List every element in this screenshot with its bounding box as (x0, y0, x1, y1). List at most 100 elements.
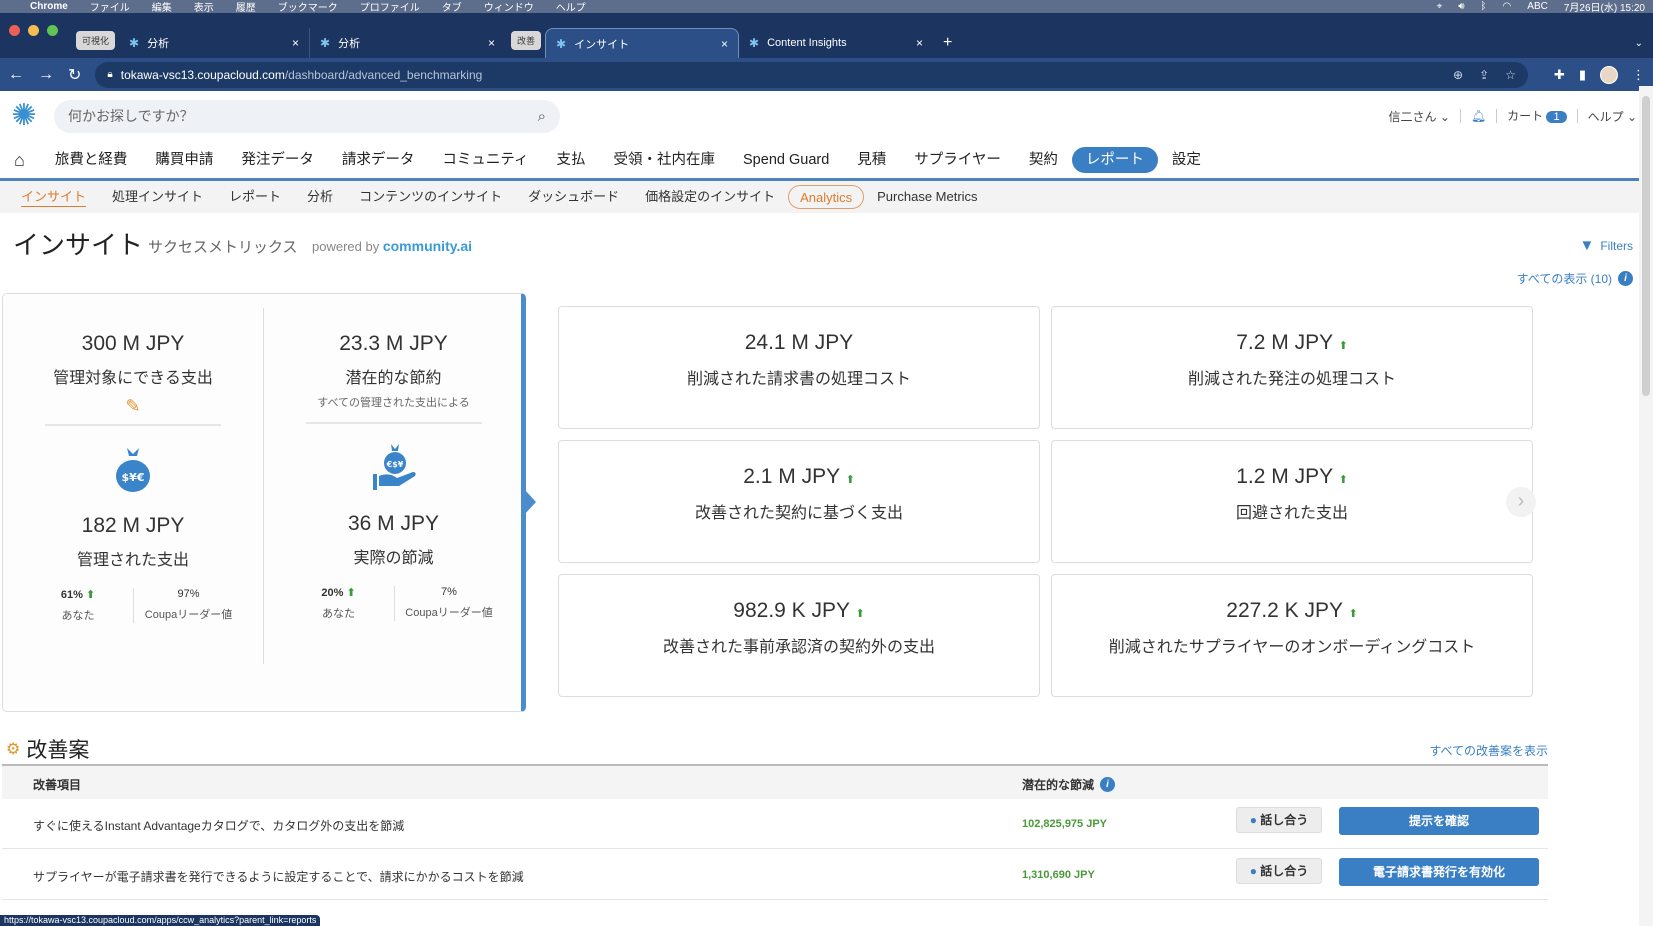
close-tab-icon[interactable]: × (721, 37, 728, 51)
nav-item-community[interactable]: コミュニティ (428, 147, 542, 173)
close-tab-icon[interactable]: × (488, 36, 495, 50)
subnav-item-pricing-insights[interactable]: 価格設定のインサイト (632, 185, 788, 209)
address-bar[interactable]: 🔒︎ tokawa-vsc13.coupacloud.com/dashboard… (95, 61, 1528, 88)
subnav-item-dashboard[interactable]: ダッシュボード (515, 185, 632, 209)
sidepanel-icon[interactable]: ▮ (1579, 67, 1586, 83)
subnav-item-analysis[interactable]: 分析 (294, 185, 346, 209)
nav-item-receiving[interactable]: 受領・社内在庫 (600, 147, 730, 173)
menubar-item[interactable]: タブ (442, 0, 462, 14)
carousel-next-chevron-icon[interactable]: › (1506, 487, 1536, 517)
info-icon[interactable]: i (1618, 271, 1633, 286)
menubar-item[interactable]: ブックマーク (278, 0, 338, 14)
home-icon[interactable]: ⌂ (14, 147, 41, 173)
wifi-icon[interactable]: ◠ (1503, 1, 1512, 12)
browser-tab-active[interactable]: ✱ インサイト × (545, 28, 740, 58)
enable-einvoicing-button[interactable]: 電子請求書発行を有効化 (1339, 858, 1539, 886)
kpi-value: 24.1 M JPY (744, 331, 854, 354)
subnav-item-insights[interactable]: インサイト (8, 185, 99, 209)
menubar-item[interactable]: ウィンドウ (484, 0, 534, 14)
review-offer-button[interactable]: 提示を確認 (1339, 807, 1539, 835)
subnav-item-process-insights[interactable]: 処理インサイト (99, 185, 216, 209)
browser-tab[interactable]: ✱ 分析 × (119, 28, 309, 58)
nav-item-reports[interactable]: レポート (1071, 146, 1158, 173)
back-icon[interactable]: ← (8, 66, 24, 84)
close-tab-icon[interactable]: × (916, 36, 923, 50)
kpi-card[interactable]: 227.2 K JPY ⬆ 削減されたサプライヤーのオンボーディングコスト (1051, 574, 1533, 697)
scrollbar-thumb[interactable] (1642, 96, 1650, 396)
subnav-item-purchase-metrics[interactable]: Purchase Metrics (864, 185, 990, 209)
nav-item-settings[interactable]: 設定 (1158, 147, 1215, 173)
discuss-label: 話し合う (1260, 864, 1309, 878)
input-mode[interactable]: ABC (1527, 1, 1548, 12)
bookmark-star-icon[interactable]: ☆ (1505, 68, 1516, 82)
bluetooth-icon[interactable]: ᛒ (1481, 1, 1487, 12)
nav-item-contracts[interactable]: 契約 (1015, 147, 1072, 173)
nav-item-orders[interactable]: 発注データ (227, 147, 328, 173)
subnav-item-analytics[interactable]: Analytics (788, 185, 865, 209)
nav-item-requisitions[interactable]: 購買申請 (141, 147, 227, 173)
share-icon[interactable]: ⇪ (1479, 68, 1489, 82)
menubar-app-name[interactable]: Chrome (30, 1, 68, 12)
menubar-item[interactable]: ヘルプ (556, 0, 586, 14)
discuss-button[interactable]: ● 話し合う (1236, 807, 1322, 833)
menubar-item[interactable]: 表示 (194, 0, 214, 14)
browser-tab[interactable]: ✱ 分析 × (309, 28, 505, 58)
coupa-logo-icon[interactable]: ✺ (8, 100, 40, 132)
reload-icon[interactable]: ↻ (68, 65, 81, 85)
volume-icon[interactable]: 🔊︎ (1458, 1, 1464, 12)
subnav-item-reports[interactable]: レポート (216, 185, 294, 209)
nav-item-sourcing[interactable]: 見積 (843, 147, 900, 173)
info-icon[interactable]: i (1100, 777, 1116, 792)
filters-button[interactable]: ▼ Filters (1579, 237, 1633, 254)
menubar-item[interactable]: ファイル (90, 0, 130, 14)
extensions-icon[interactable]: ✚ (1554, 67, 1565, 83)
tab-group-label[interactable]: 可視化 (76, 31, 116, 50)
kpi-card[interactable]: 1.2 M JPY ⬆ 回避された支出 (1051, 440, 1533, 563)
show-all-improvements-link[interactable]: すべての改善案を表示 (1429, 742, 1548, 759)
nav-item-payments[interactable]: 支払 (543, 147, 600, 173)
nav-item-suppliers[interactable]: サプライヤー (900, 147, 1015, 173)
svg-text:$¥€: $¥€ (122, 471, 145, 484)
zoom-icon[interactable]: ⊕ (1453, 68, 1463, 82)
kpi-card[interactable]: 2.1 M JPY ⬆ 改善された契約に基づく支出 (558, 440, 1040, 563)
zoom-window-button[interactable] (47, 25, 58, 36)
discuss-button[interactable]: ● 話し合う (1236, 858, 1322, 884)
edit-pencil-icon[interactable]: ✎ (3, 396, 263, 424)
global-search-input[interactable]: 何かお探しですか？ ⌕ (54, 99, 560, 133)
subnav-item-content-insights[interactable]: コンテンツのインサイト (346, 185, 515, 209)
kpi-card[interactable]: 24.1 M JPY 削減された請求書の処理コスト (558, 306, 1040, 429)
improvements-title: 改善案 (26, 739, 90, 762)
profile-avatar[interactable] (1600, 65, 1618, 84)
kpi-label: 削減された発注の処理コスト (1187, 371, 1396, 388)
status-icon[interactable]: ⌖ (1437, 1, 1443, 12)
close-tab-icon[interactable]: × (292, 36, 299, 50)
menubar-item[interactable]: 履歴 (236, 0, 256, 14)
minimize-window-button[interactable] (28, 25, 39, 36)
menubar-item[interactable]: プロファイル (360, 0, 420, 14)
help-menu[interactable]: ヘルプ ⌄ (1588, 108, 1637, 125)
summary-panel: 300 M JPY 管理対象にできる支出 ✎ $¥€ 182 M JPY 管理さ… (2, 293, 526, 712)
kpi-card[interactable]: 982.9 K JPY ⬆ 改善された事前承認済の契約外の支出 (558, 574, 1040, 697)
show-all-link[interactable]: すべての表示 (10) i (1517, 270, 1633, 287)
tab-search-chevron-icon[interactable]: ⌄ (1625, 28, 1653, 58)
user-menu[interactable]: 信二さん ⌄ (1388, 108, 1449, 125)
summary-column-spend: 300 M JPY 管理対象にできる支出 ✎ $¥€ 182 M JPY 管理さ… (3, 308, 263, 623)
potential-savings-note: すべての管理された支出による (317, 397, 470, 409)
search-icon[interactable]: ⌕ (538, 108, 546, 125)
nav-item-spend-guard[interactable]: Spend Guard (729, 147, 843, 173)
cart-link[interactable]: カート 1 (1507, 107, 1567, 125)
kpi-card[interactable]: 7.2 M JPY ⬆ 削減された発注の処理コスト (1051, 306, 1533, 429)
menubar-item[interactable]: 編集 (152, 0, 172, 14)
nav-item-invoices[interactable]: 請求データ (328, 147, 429, 173)
close-window-button[interactable] (9, 25, 20, 36)
notifications-bell-icon[interactable]: 🔔︎ (1471, 109, 1486, 123)
menubar-clock[interactable]: 7月26日(水) 15:20 (1564, 0, 1645, 14)
browser-menu-icon[interactable]: ⋮ (1632, 67, 1645, 83)
new-tab-button[interactable]: + (933, 28, 962, 58)
browser-tab[interactable]: ✱ Content Insights × (739, 28, 933, 58)
page-scrollbar[interactable] (1639, 86, 1653, 926)
col-header-item: 改善項目 (33, 778, 82, 792)
forward-icon[interactable]: → (38, 66, 54, 84)
tab-group-label[interactable]: 改善 (511, 31, 542, 50)
nav-item-expenses[interactable]: 旅費と経費 (41, 147, 142, 173)
